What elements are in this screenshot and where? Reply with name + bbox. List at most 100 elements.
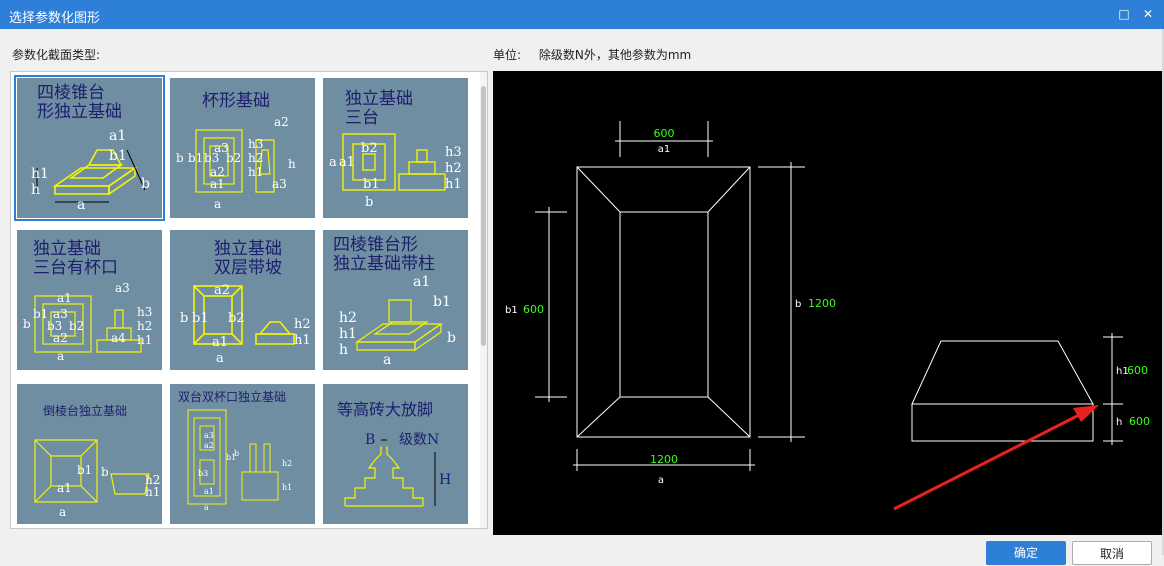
- thumb-label: a1: [57, 481, 72, 495]
- thumb-frustum-footing-with-column[interactable]: 四棱锥台形 独立基础带柱 a1 b1 h2 h1 h b a: [323, 230, 468, 370]
- thumb-equal-height-brick-footing[interactable]: 等高砖大放脚 B 级数N H: [323, 384, 468, 524]
- thumb-label: b: [176, 151, 184, 165]
- thumb-label: a: [77, 197, 85, 213]
- thumb-label: a3: [204, 431, 214, 440]
- thumb-label: a3: [272, 177, 287, 191]
- thumb-label: a2: [274, 115, 289, 129]
- thumb-double-cup-footing[interactable]: 双台双杯口独立基础 a3 a2 b3 a1 b1 b a h2 h1: [170, 384, 315, 524]
- thumb-label: h3: [445, 145, 462, 160]
- thumb-label: b3: [198, 469, 208, 478]
- thumb-label: a: [204, 503, 209, 512]
- thumb-cup-footing[interactable]: 杯形基础 a2 b b1 b3 b2 a3 a2 a1 a h3 h2 h1 h…: [170, 78, 315, 218]
- thumb-three-step-footing[interactable]: 独立基础 三台 b2 a1 b1 a b h3 h2 h1: [323, 78, 468, 218]
- thumb-label: b: [101, 465, 109, 479]
- thumb-label: h2: [445, 161, 462, 176]
- thumb-drawing: a2 b b1 b3 b2 a3 a2 a1 a h3 h2 h1 h a3: [176, 115, 296, 211]
- thumb-label: H: [439, 472, 451, 488]
- thumb-label: h1: [31, 166, 49, 182]
- thumb-label: h: [31, 182, 40, 198]
- thumb-inverted-frustum-footing[interactable]: 倒棱台独立基础 b1 a1 a b h2 h1: [17, 384, 162, 524]
- thumb-label: h1: [339, 326, 357, 342]
- thumb-label: a2: [53, 331, 68, 345]
- thumb-label: h1: [294, 333, 311, 348]
- unit-text: 除级数N外，其他参数为mm: [538, 48, 692, 62]
- thumb-drawing: a1 a3 b b1 a3 b3 b2 a2 a a4 h3 h2 h1: [23, 281, 152, 363]
- thumb-label: a1: [204, 487, 214, 496]
- h1-dim-value: 600: [1127, 364, 1148, 377]
- thumb-label: a: [214, 197, 221, 211]
- thumb-label: h3: [137, 305, 152, 319]
- thumb-label: b2: [69, 319, 84, 333]
- thumb-label: h: [288, 157, 296, 171]
- thumb-drawing: b1 a1 a b h2 h1: [34, 439, 160, 519]
- thumb-label: b2: [228, 311, 245, 326]
- thumb-drawing: a1 b1 h2 h1 h b a: [339, 274, 456, 368]
- thumb-label: h1: [137, 333, 152, 347]
- thumb-label: a: [59, 505, 66, 519]
- unit-row: 单位: 除级数N外，其他参数为mm: [493, 46, 691, 63]
- thumb-drawing: b2 a1 b1 a b h3 h2 h1: [329, 133, 462, 210]
- window-title: 选择参数化图形: [9, 11, 101, 26]
- cancel-button[interactable]: 取消: [1072, 541, 1152, 565]
- thumb-quad-frustum-footing[interactable]: 四棱锥台 形独立基础 a1 b1 h1 h b a: [14, 75, 165, 221]
- thumb-three-step-cup-footing[interactable]: 独立基础 三台有杯口 a1 a3 b b1 a3 b3 b2 a2 a a4 h…: [17, 230, 162, 370]
- h-dim-value: 600: [1129, 415, 1150, 428]
- thumb-label: a3: [214, 141, 229, 155]
- top-dim-value: 600: [654, 127, 675, 140]
- section-type-label: 参数化截面类型:: [12, 48, 101, 62]
- thumb-label: h: [339, 342, 348, 358]
- thumb-label: a3: [115, 281, 130, 295]
- thumbnail-list[interactable]: 四棱锥台 形独立基础 a1 b1 h1 h b a 杯形基础 a2 b b1 b…: [10, 71, 488, 529]
- thumb-label: a1: [109, 128, 126, 144]
- close-icon[interactable]: ✕: [1139, 6, 1157, 22]
- thumb-label: a1: [413, 274, 430, 290]
- bottom-dim-value: 1200: [650, 453, 678, 466]
- thumb-label: b: [447, 330, 456, 346]
- thumb-label: b: [234, 449, 239, 458]
- h-dim-label: h: [1116, 417, 1122, 428]
- thumb-label: b1: [188, 151, 203, 165]
- thumb-label: h2: [248, 151, 263, 165]
- thumb-label: h2: [339, 310, 357, 326]
- annotation-arrow: [893, 405, 1099, 511]
- bottom-dim-label: a: [658, 475, 664, 486]
- thumb-label: b: [141, 176, 150, 192]
- h1-dim-label: h1: [1116, 366, 1129, 377]
- right-dim-label: b: [795, 299, 801, 310]
- ok-button[interactable]: 确定: [986, 541, 1066, 565]
- thumb-label: b1: [363, 177, 380, 192]
- thumb-label: h1: [282, 483, 292, 492]
- thumb-label: a1: [210, 177, 225, 191]
- thumb-label: a: [383, 352, 391, 368]
- left-dim-label: b1: [505, 305, 518, 316]
- thumb-label: h3: [248, 137, 263, 151]
- thumb-label: a1: [57, 291, 72, 305]
- thumb-two-layer-slope-footing[interactable]: 独立基础 双层带坡 a2 b b1 b2 a1 a h2 h1: [170, 230, 315, 370]
- thumb-label: b: [180, 311, 188, 326]
- thumb-label: b1: [77, 463, 92, 477]
- thumb-label: b: [365, 195, 373, 210]
- thumb-drawing: a3 a2 b3 a1 b1 b a h2 h1: [187, 409, 292, 512]
- thumb-label: B: [365, 432, 375, 448]
- thumb-label: b1: [109, 148, 127, 164]
- thumb-label: b2: [361, 141, 378, 156]
- preview-drawing: 600 1200 600 1200 600 600 a1 a b1 b h1 h: [505, 121, 1150, 511]
- thumb-label: h2: [137, 319, 152, 333]
- maximize-icon[interactable]: □: [1115, 6, 1133, 22]
- thumb-label: a: [57, 349, 64, 363]
- thumb-label: a: [329, 155, 337, 170]
- thumb-label: a: [216, 351, 224, 366]
- thumb-drawing: a1 b1 h1 h b a: [31, 128, 150, 213]
- thumb-label: a2: [214, 283, 230, 298]
- thumb-label: b1: [433, 294, 451, 310]
- title-bar: 选择参数化图形 □ ✕: [0, 0, 1164, 29]
- thumb-label: h1: [445, 177, 462, 192]
- thumb-label: b1: [192, 311, 209, 326]
- thumb-drawing: B 级数N H: [344, 432, 451, 507]
- thumb-label: a4: [111, 331, 126, 345]
- thumb-label: h1: [145, 485, 160, 499]
- thumb-label: h1: [248, 165, 263, 179]
- scrollbar-thumb[interactable]: [481, 86, 486, 346]
- thumb-drawing: a2 b b1 b2 a1 a h2 h1: [180, 283, 311, 366]
- vertical-scrollbar[interactable]: [480, 72, 487, 528]
